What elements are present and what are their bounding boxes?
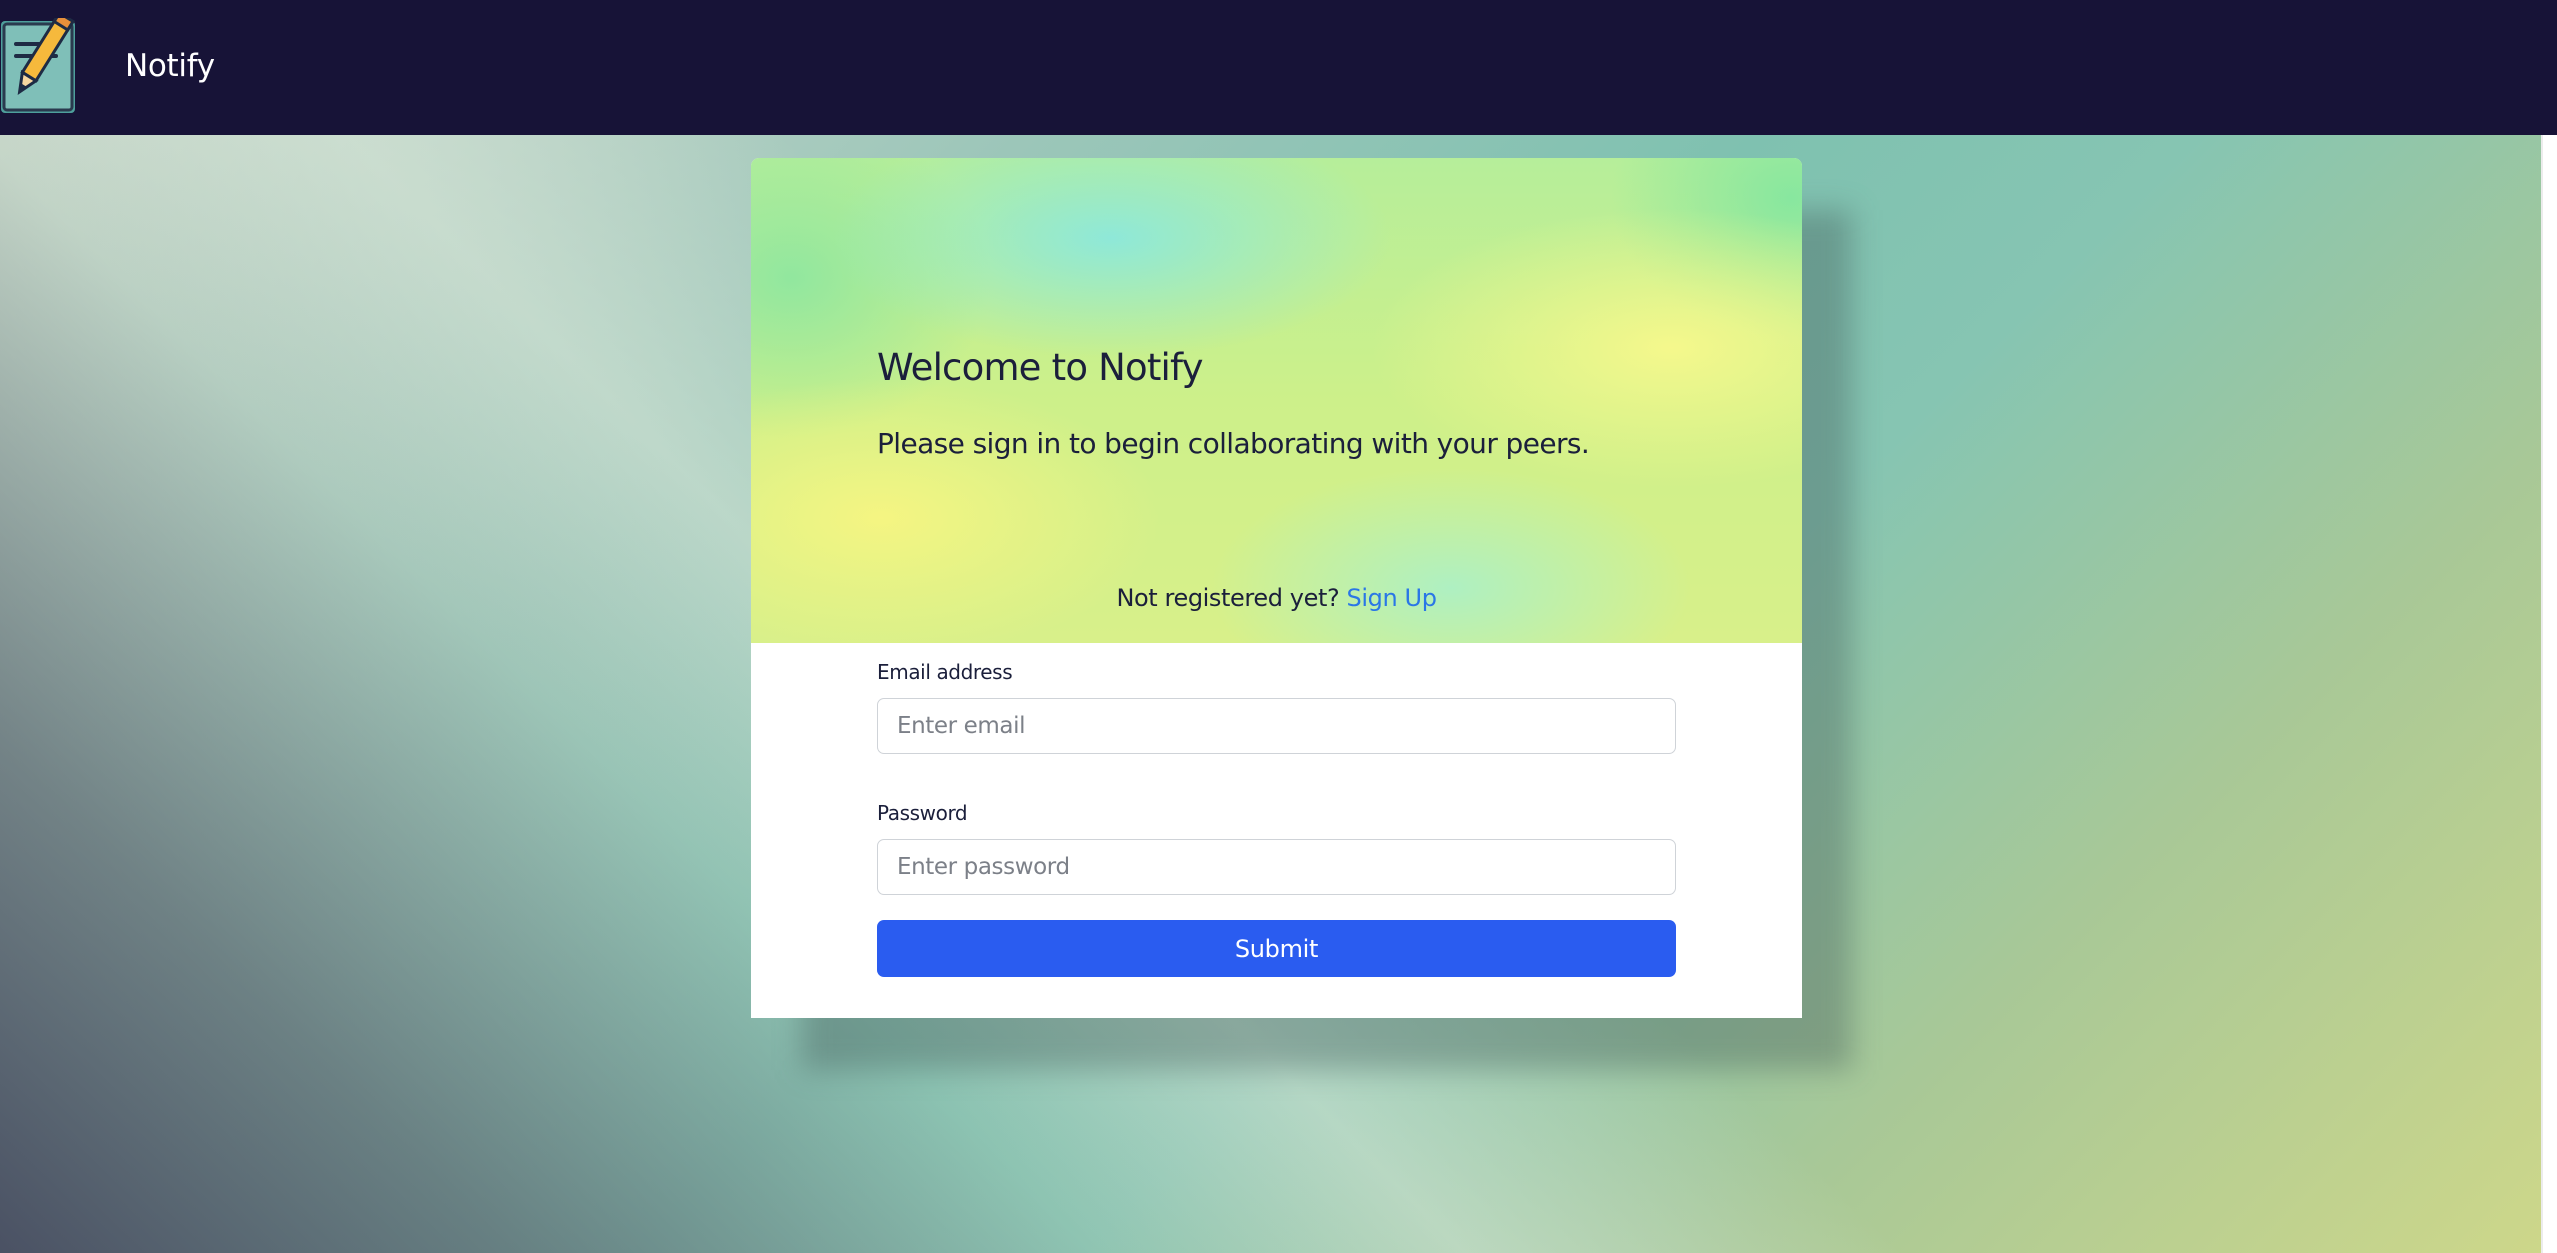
sign-up-link[interactable]: Sign Up [1347,584,1437,612]
scrollbar-track[interactable] [2543,135,2557,1253]
welcome-subtitle: Please sign in to begin collaborating wi… [877,427,1590,460]
welcome-title: Welcome to Notify [877,346,1203,389]
top-navbar: Notify [0,0,2557,135]
email-field[interactable] [877,698,1676,754]
email-label: Email address [877,660,1013,684]
brand-name[interactable]: Notify [125,44,215,88]
welcome-hero: Welcome to Notify Please sign in to begi… [751,158,1802,643]
password-label: Password [877,801,968,825]
submit-button[interactable]: Submit [877,920,1676,977]
notepad-pencil-icon[interactable] [0,18,102,118]
register-prompt-row: Not registered yet? Sign Up [751,582,1802,614]
register-prompt-text: Not registered yet? [1116,584,1340,612]
login-card: Welcome to Notify Please sign in to begi… [751,158,1802,1018]
password-field[interactable] [877,839,1676,895]
